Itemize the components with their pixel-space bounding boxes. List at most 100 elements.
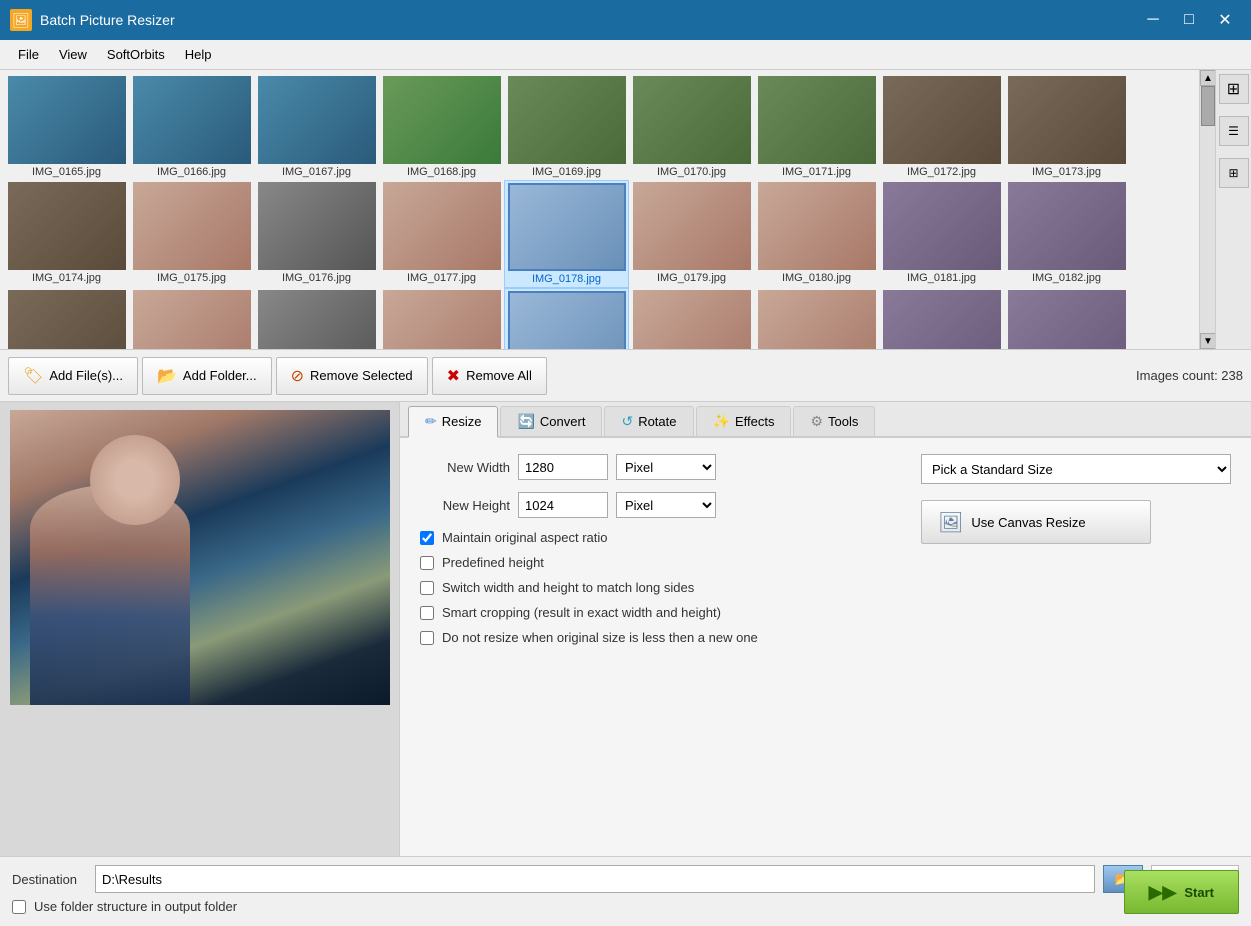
- remove-all-button[interactable]: ✖ Remove All: [432, 357, 547, 395]
- image-cell[interactable]: IMG_0197.jpg: [629, 288, 754, 349]
- scroll-up-button[interactable]: ▲: [1200, 70, 1216, 86]
- no-upscale-checkbox[interactable]: [420, 631, 434, 645]
- image-cell[interactable]: IMG_0173.jpg: [1004, 74, 1129, 180]
- image-cell[interactable]: IMG_0177.jpg: [379, 180, 504, 288]
- tab-convert[interactable]: 🔄 Convert: [500, 406, 602, 436]
- no-upscale-row: Do not resize when original size is less…: [420, 630, 1231, 645]
- width-label: New Width: [420, 460, 510, 475]
- vertical-scrollbar[interactable]: ▲ ▼: [1199, 70, 1215, 349]
- add-folder-button[interactable]: 📂 Add Folder...: [142, 357, 272, 395]
- image-cell[interactable]: IMG_0174.jpg: [4, 180, 129, 288]
- tab-rotate[interactable]: ↺ Rotate: [604, 406, 693, 436]
- image-cell[interactable]: IMG_0179.jpg: [629, 180, 754, 288]
- folder-structure-label[interactable]: Use folder structure in output folder: [34, 899, 237, 914]
- minimize-button[interactable]: ─: [1137, 4, 1169, 36]
- image-cell[interactable]: IMG_0175.jpg: [129, 180, 254, 288]
- image-cell[interactable]: IMG_0168.jpg: [379, 74, 504, 180]
- image-cell[interactable]: IMG_0172.jpg: [879, 74, 1004, 180]
- image-cell[interactable]: IMG_0180.jpg: [754, 180, 879, 288]
- image-thumbnail: [133, 182, 251, 270]
- start-label: Start: [1184, 885, 1214, 900]
- smart-crop-row: Smart cropping (result in exact width an…: [420, 605, 1231, 620]
- image-cell[interactable]: IMG_0194.JPG: [254, 288, 379, 349]
- remove-selected-button[interactable]: ⊘ Remove Selected: [276, 357, 428, 395]
- canvas-resize-label: Use Canvas Resize: [971, 515, 1085, 530]
- tab-tools[interactable]: ⚙ Tools: [793, 406, 875, 436]
- image-cell[interactable]: IMG_0183.jpg: [4, 288, 129, 349]
- grid-view-button[interactable]: ⊞: [1219, 158, 1249, 188]
- image-thumbnail: [258, 290, 376, 349]
- remove-selected-label: Remove Selected: [310, 368, 413, 383]
- image-cell[interactable]: IMG_0166.jpg: [129, 74, 254, 180]
- image-thumbnail: [758, 182, 876, 270]
- tab-effects[interactable]: ✨ Effects: [696, 406, 792, 436]
- image-filename: IMG_0172.jpg: [883, 166, 1001, 178]
- image-cell[interactable]: IMG_0165.jpg: [4, 74, 129, 180]
- switch-dimensions-checkbox[interactable]: [420, 581, 434, 595]
- preview-panel: [0, 402, 400, 856]
- switch-dimensions-label[interactable]: Switch width and height to match long si…: [442, 580, 694, 595]
- image-cell[interactable]: IMG_0176.jpg: [254, 180, 379, 288]
- image-cell[interactable]: IMG_0171.jpg: [754, 74, 879, 180]
- destination-label: Destination: [12, 872, 87, 887]
- image-cell[interactable]: IMG_0169.jpg: [504, 74, 629, 180]
- list-view-button[interactable]: ☰: [1219, 116, 1249, 146]
- standard-size-select[interactable]: Pick a Standard Size 640x480 800x600 102…: [921, 454, 1231, 484]
- image-cell[interactable]: IMG_0167.jpg: [254, 74, 379, 180]
- width-input[interactable]: [518, 454, 608, 480]
- destination-input[interactable]: [95, 865, 1095, 893]
- height-input[interactable]: [518, 492, 608, 518]
- folder-structure-checkbox[interactable]: [12, 900, 26, 914]
- rotate-tab-label: Rotate: [638, 414, 676, 429]
- image-cell[interactable]: IMG_0178.jpg: [504, 180, 629, 288]
- image-filename: IMG_0175.jpg: [133, 272, 251, 284]
- menu-softorbits[interactable]: SoftOrbits: [97, 43, 175, 66]
- menu-view[interactable]: View: [49, 43, 97, 66]
- height-unit-select[interactable]: Pixel Percent: [616, 492, 716, 518]
- close-button[interactable]: ✕: [1209, 4, 1241, 36]
- image-cell[interactable]: IMG_0181.jpg: [879, 180, 1004, 288]
- maintain-aspect-label[interactable]: Maintain original aspect ratio: [442, 530, 607, 545]
- add-files-button[interactable]: 🏷 Add File(s)...: [8, 357, 138, 395]
- predefined-height-label[interactable]: Predefined height: [442, 555, 544, 570]
- image-thumbnail: [758, 76, 876, 164]
- image-thumbnail: [383, 290, 501, 349]
- smart-crop-label[interactable]: Smart cropping (result in exact width an…: [442, 605, 721, 620]
- image-cell[interactable]: IMG_0198.jpg: [754, 288, 879, 349]
- image-cell[interactable]: IMG_0182.jpg: [1004, 180, 1129, 288]
- start-button[interactable]: ▶▶ Start: [1124, 870, 1239, 914]
- image-cell[interactable]: IMG_0184.jpg: [129, 288, 254, 349]
- no-upscale-label[interactable]: Do not resize when original size is less…: [442, 630, 758, 645]
- smart-crop-checkbox[interactable]: [420, 606, 434, 620]
- menu-help[interactable]: Help: [175, 43, 222, 66]
- scroll-thumb[interactable]: [1201, 86, 1215, 126]
- window-controls: ─ □ ✕: [1137, 4, 1241, 36]
- add-folder-label: Add Folder...: [183, 368, 257, 383]
- scroll-down-button[interactable]: ▼: [1200, 333, 1216, 349]
- image-cell[interactable]: IMG_0196.jpg: [504, 288, 629, 349]
- images-count: Images count: 238: [1136, 368, 1243, 383]
- maintain-aspect-checkbox[interactable]: [420, 531, 434, 545]
- remove-all-label: Remove All: [466, 368, 532, 383]
- image-cell[interactable]: IMG_0200.jpg: [1004, 288, 1129, 349]
- predefined-height-checkbox[interactable]: [420, 556, 434, 570]
- image-thumbnail: [883, 76, 1001, 164]
- image-filename: IMG_0178.jpg: [508, 273, 626, 285]
- thumbnail-view-button[interactable]: ⊞: [1219, 74, 1249, 104]
- maximize-button[interactable]: □: [1173, 4, 1205, 36]
- image-filename: IMG_0181.jpg: [883, 272, 1001, 284]
- image-thumbnail: [133, 76, 251, 164]
- image-filename: IMG_0165.jpg: [8, 166, 126, 178]
- tab-resize[interactable]: ✏ Resize: [408, 406, 498, 438]
- image-cell[interactable]: IMG_0170.jpg: [629, 74, 754, 180]
- image-cell[interactable]: IMG_0195.JPG: [379, 288, 504, 349]
- app-icon: 🖼: [10, 9, 32, 31]
- canvas-resize-button[interactable]: 🖼 Use Canvas Resize: [921, 500, 1151, 544]
- image-strip-wrapper: IMG_0165.jpgIMG_0166.jpgIMG_0167.jpgIMG_…: [0, 70, 1251, 350]
- width-unit-select[interactable]: Pixel Percent cm: [616, 454, 716, 480]
- menu-file[interactable]: File: [8, 43, 49, 66]
- scroll-track[interactable]: [1200, 86, 1216, 333]
- image-thumbnail: [883, 182, 1001, 270]
- image-cell[interactable]: IMG_0199.jpg: [879, 288, 1004, 349]
- image-filename: IMG_0166.jpg: [133, 166, 251, 178]
